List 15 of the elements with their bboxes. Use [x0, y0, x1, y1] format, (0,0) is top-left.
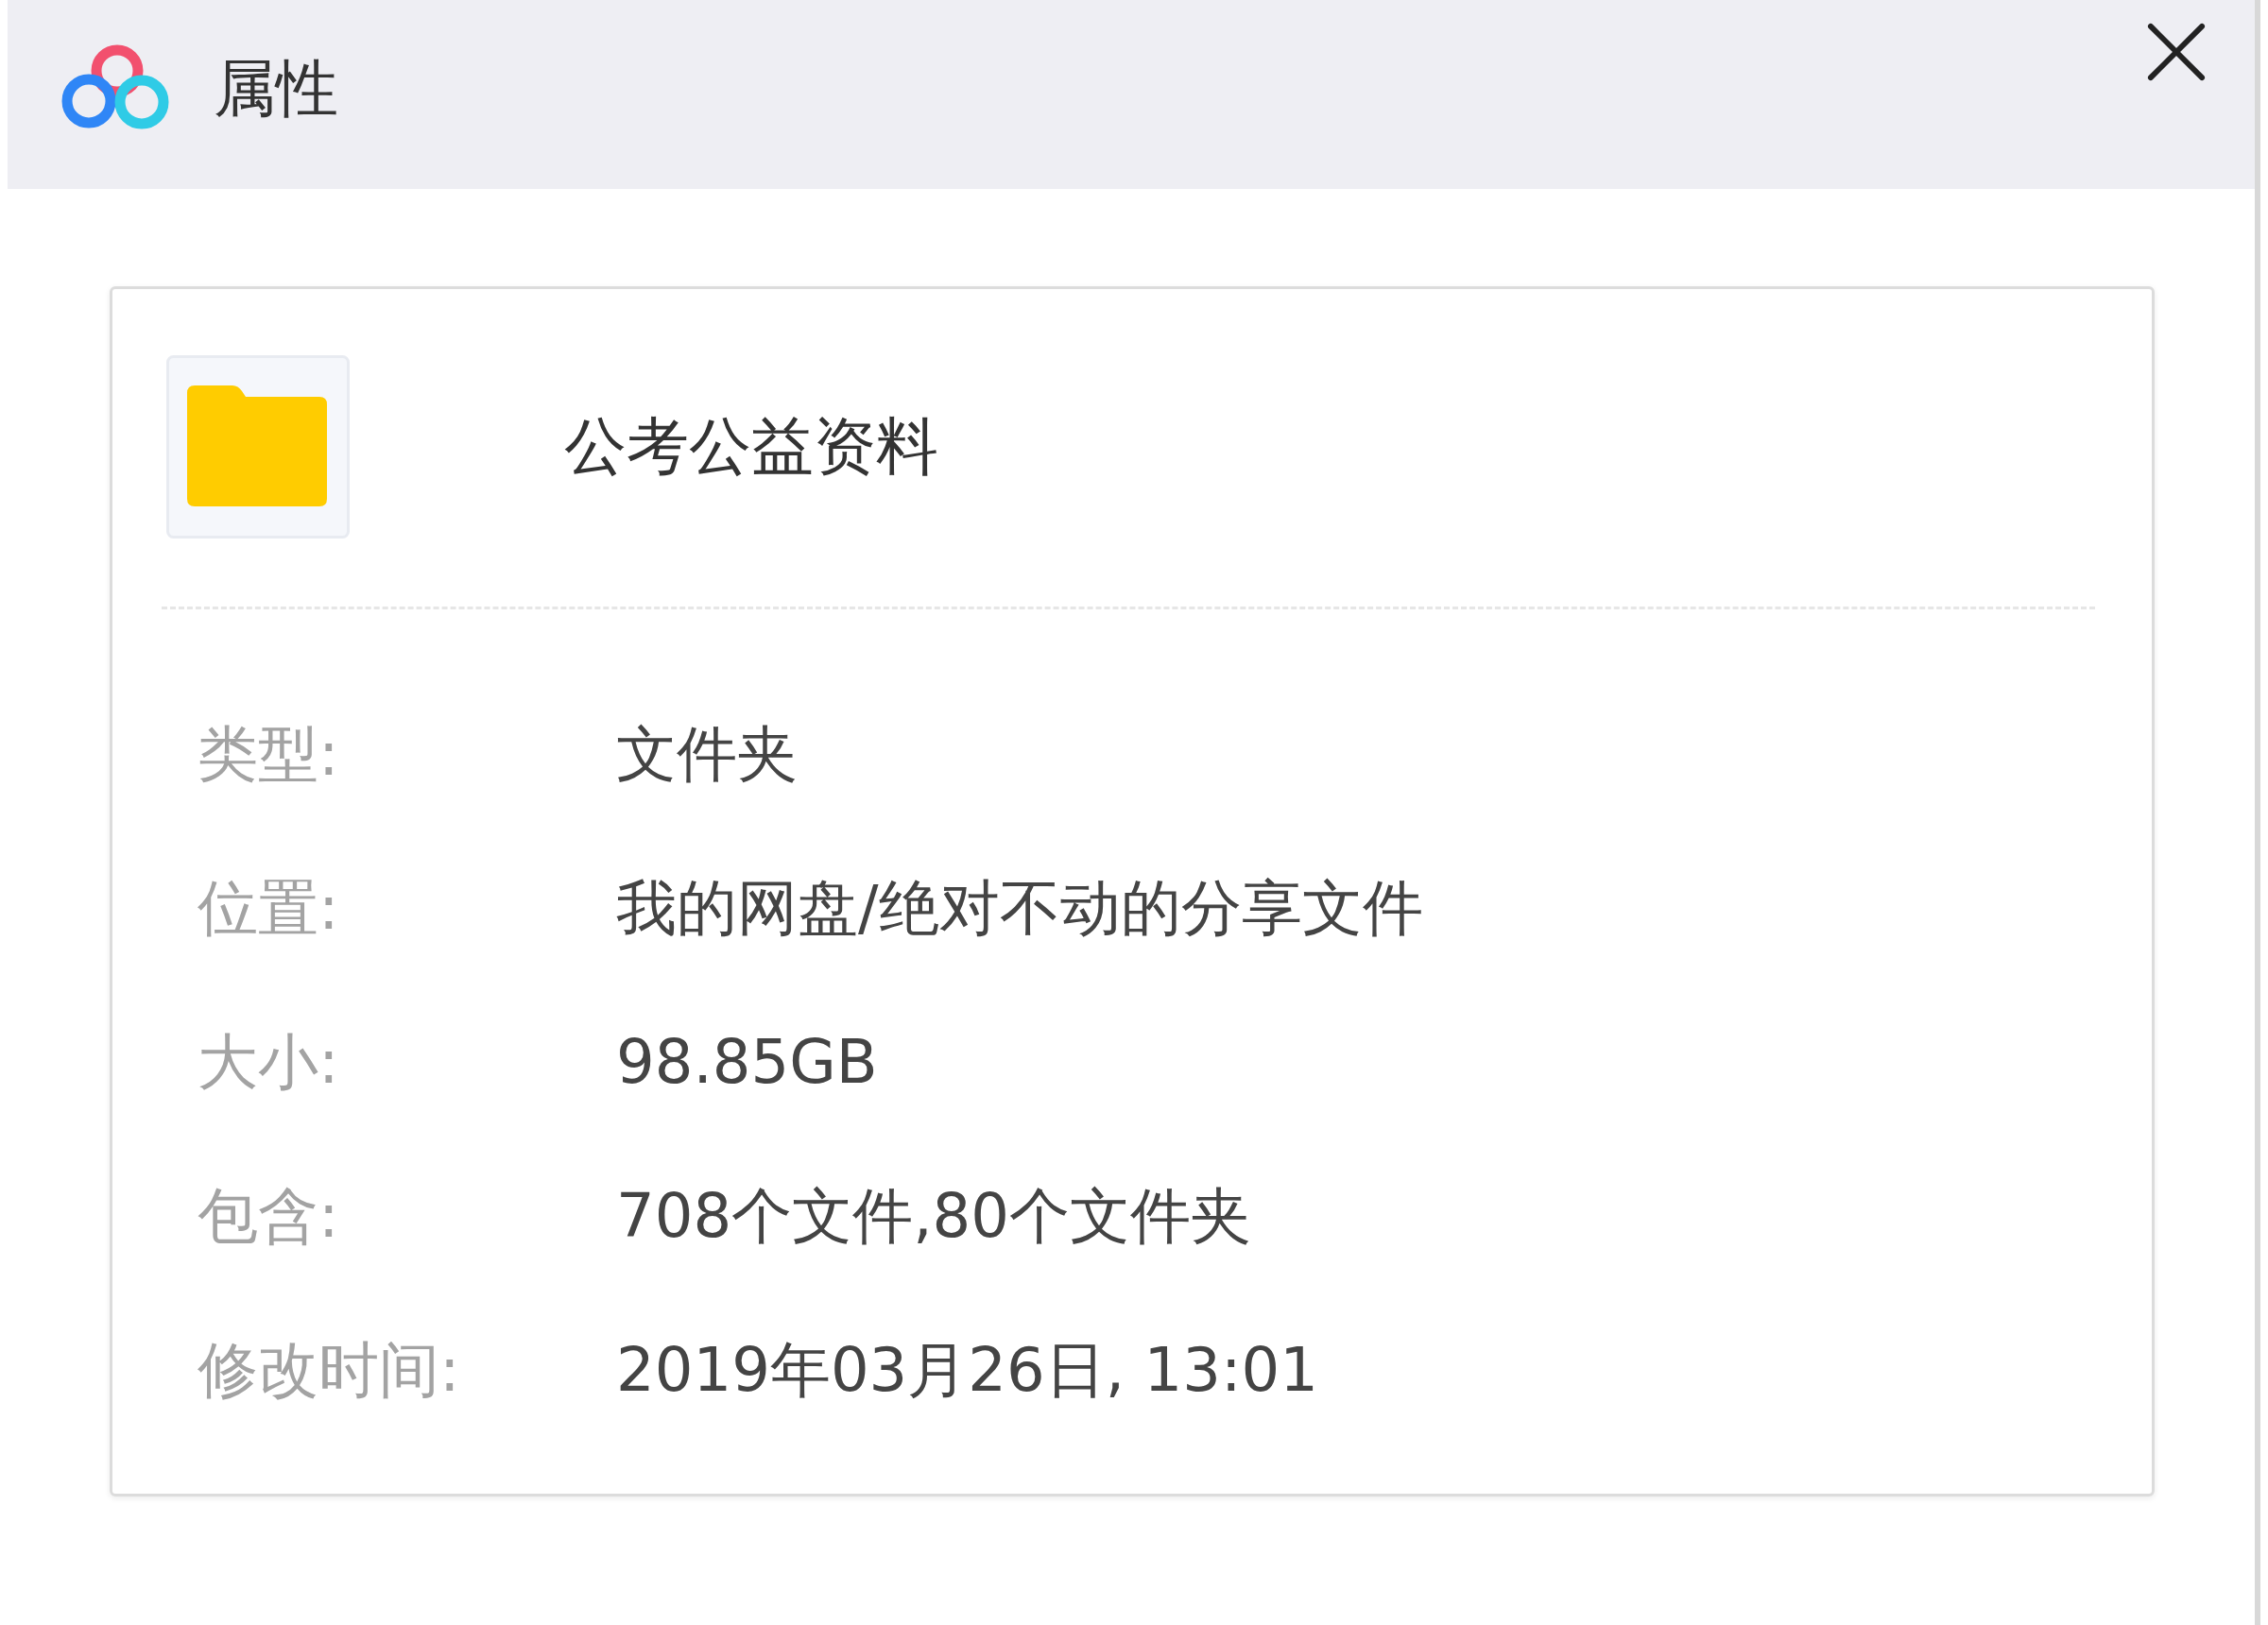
cloud-logo-icon: [60, 44, 170, 131]
property-value: 708个文件,80个文件夹: [616, 1180, 1251, 1253]
property-value: 2019年03月26日, 13:01: [616, 1334, 1318, 1407]
property-label: 包含:: [198, 1180, 340, 1253]
folder-name: 公考公益资料: [564, 409, 938, 485]
close-icon[interactable]: [2147, 23, 2206, 81]
property-label: 大小:: [198, 1026, 340, 1099]
property-label: 修改时间:: [198, 1334, 461, 1407]
property-value: 我的网盘/绝对不动的分享文件: [616, 872, 1423, 945]
property-value: 文件夹: [616, 718, 798, 791]
folder-icon: [166, 355, 350, 539]
window-title: 属性: [214, 51, 338, 127]
property-label: 类型:: [198, 718, 340, 791]
property-label: 位置:: [198, 872, 340, 945]
property-value: 98.85GB: [616, 1026, 878, 1099]
